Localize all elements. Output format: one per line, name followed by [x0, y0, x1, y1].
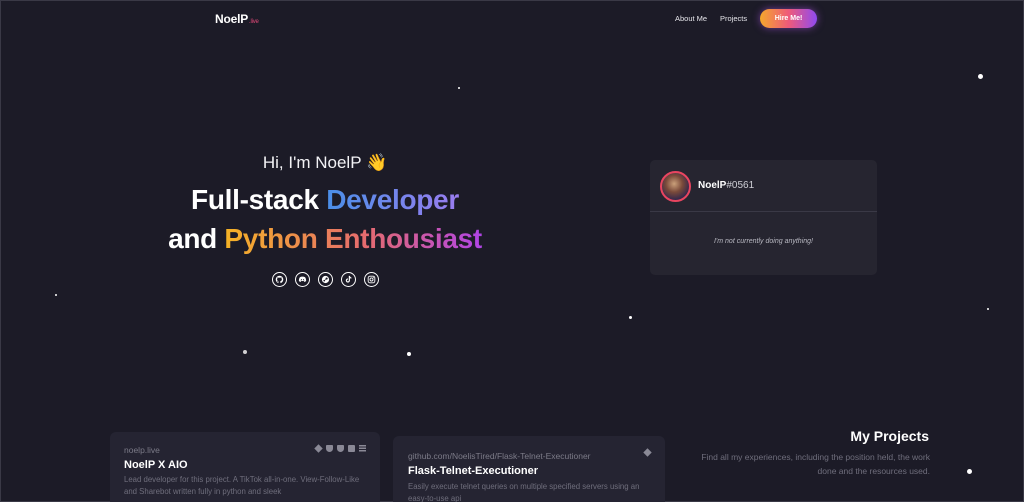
nav-projects-link[interactable]: Projects [720, 14, 747, 23]
tech-icon [348, 445, 355, 452]
star-decoration [978, 74, 983, 79]
headline-plain-1: Full-stack [191, 184, 327, 215]
tech-icon [643, 448, 652, 457]
star-decoration [987, 308, 989, 310]
hero-headline-line1: Full-stack Developer [0, 184, 650, 216]
tech-stack-icons [314, 444, 366, 453]
discord-icon[interactable] [295, 272, 310, 287]
star-decoration [55, 294, 57, 296]
discord-name: NoelP [698, 180, 727, 191]
star-decoration [458, 87, 460, 89]
social-links [272, 272, 379, 287]
discord-username: NoelP#0561 [698, 180, 754, 191]
hero-headline-line2: and Python Enthousiast [0, 223, 650, 255]
card-divider [650, 211, 877, 212]
discord-tag: #0561 [726, 180, 755, 191]
nav-about-link[interactable]: About Me [675, 14, 707, 23]
brand-tld: .live [249, 19, 259, 25]
tech-icon [326, 445, 333, 452]
hire-me-button[interactable]: Hire Me! [760, 9, 817, 28]
tech-icon [337, 445, 344, 452]
tiktok-icon[interactable] [341, 272, 356, 287]
github-icon[interactable] [272, 272, 287, 287]
project-description: Lead developer for this project. A TikTo… [124, 475, 360, 496]
star-decoration [243, 350, 247, 354]
project-description: Easily execute telnet queries on multipl… [408, 482, 640, 502]
headline-plain-2: and [168, 223, 225, 254]
headline-accent-2: Python Enthousiast [224, 223, 482, 254]
project-card[interactable]: github.com/NoelisTired/Flask-Telnet-Exec… [393, 436, 665, 502]
tech-icon [314, 444, 323, 453]
database-icon [359, 445, 366, 452]
project-title: NoelP X AIO [124, 459, 188, 471]
discord-status-card: NoelP#0561 I'm not currently doing anyth… [650, 160, 877, 275]
avatar [660, 171, 691, 202]
steam-icon[interactable] [318, 272, 333, 287]
hero-greeting: Hi, I'm NoelP 👋 [262, 153, 388, 172]
project-url[interactable]: github.com/NoelisTired/Flask-Telnet-Exec… [408, 451, 591, 461]
instagram-icon[interactable] [364, 272, 379, 287]
projects-description: Find all my experiences, including the p… [701, 452, 930, 476]
project-url[interactable]: noelp.live [124, 445, 160, 455]
star-decoration [967, 469, 972, 474]
discord-activity-status: I'm not currently doing anything! [713, 238, 813, 245]
headline-accent-1: Developer [326, 184, 459, 215]
site-logo[interactable]: NoelP.live [215, 12, 259, 26]
project-title: Flask-Telnet-Executioner [408, 465, 538, 477]
tech-stack-icons [643, 448, 652, 457]
star-decoration [629, 316, 632, 319]
brand-name: NoelP [215, 12, 249, 26]
projects-heading: My Projects [850, 428, 929, 444]
star-decoration [407, 352, 411, 356]
project-card[interactable]: noelp.live NoelP X AIO Lead developer fo… [110, 432, 380, 502]
